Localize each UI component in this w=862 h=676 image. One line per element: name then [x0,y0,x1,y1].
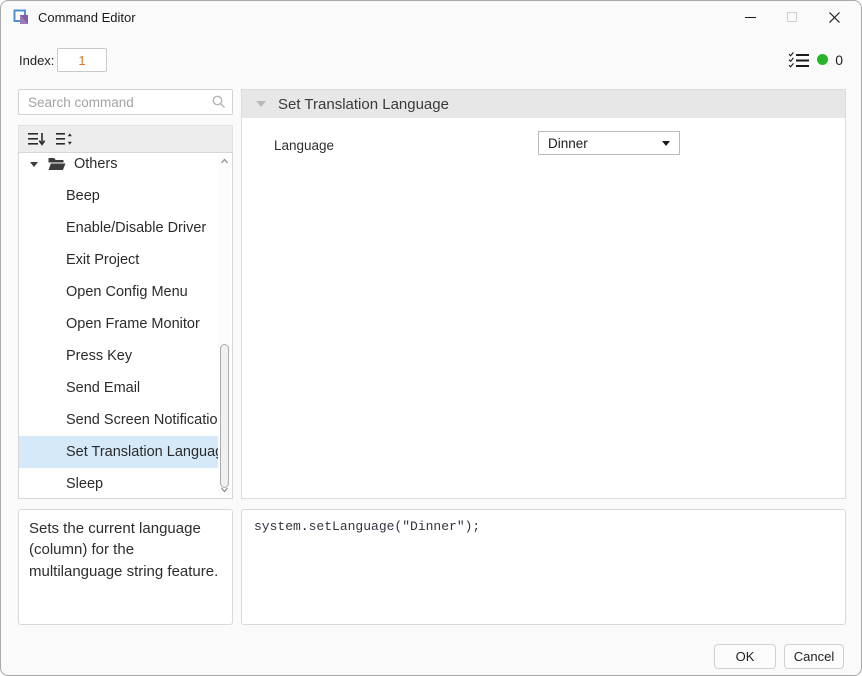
ok-button[interactable]: OK [714,644,776,669]
open-folder-icon [48,157,66,171]
panel-header[interactable]: Set Translation Language [242,90,845,118]
command-tree: Others BeepEnable/Disable DriverExit Pro… [18,152,233,499]
maximize-icon [787,12,797,22]
tree-item[interactable]: Press Key [19,340,221,372]
close-button[interactable] [813,1,855,33]
checklist-icon[interactable] [788,51,810,68]
titlebar: Command Editor [1,1,861,33]
tree-folder-others[interactable]: Others [19,152,221,180]
tree-item[interactable]: Send Email [19,372,221,404]
index-label: Index: [19,53,54,68]
search-input[interactable] [18,89,233,115]
scroll-up-icon[interactable] [220,157,229,166]
cancel-button[interactable]: Cancel [784,644,844,669]
close-icon [828,11,841,24]
tree-item[interactable]: Enable/Disable Driver [19,212,221,244]
tree-item[interactable]: Open Frame Monitor [19,308,221,340]
language-field-label: Language [274,138,334,153]
tree-item[interactable]: Exit Project [19,244,221,276]
status-cluster: 0 [788,51,843,68]
command-description: Sets the current language (column) for t… [18,509,233,625]
minimize-button[interactable] [729,1,771,33]
tree-item[interactable]: Send Screen Notification [19,404,221,436]
tree-scrollbar[interactable] [218,154,231,497]
app-logo-icon [13,9,29,25]
window-title: Command Editor [38,10,136,25]
sort-descending-icon[interactable] [28,132,45,146]
language-dropdown[interactable]: Dinner [538,131,680,155]
tree-item[interactable]: Sleep [19,468,221,499]
tree-item[interactable]: Beep [19,180,221,212]
collapse-caret-icon[interactable] [256,101,266,107]
panel-title: Set Translation Language [278,96,449,113]
status-dot-icon [817,54,828,65]
sort-up-down-icon[interactable] [56,132,73,146]
search-box [18,89,233,115]
generated-code-preview: system.setLanguage("Dinner"); [241,509,846,625]
scroll-down-icon[interactable] [220,485,229,494]
tree-item[interactable]: Set Translation Language [19,436,221,468]
tree-items: BeepEnable/Disable DriverExit ProjectOpe… [19,180,221,499]
index-input[interactable] [57,48,107,72]
tree-item[interactable]: Open Config Menu [19,276,221,308]
expand-caret-icon[interactable] [30,162,38,167]
status-count: 0 [835,52,843,68]
scrollbar-thumb[interactable] [220,344,229,488]
command-toolbar [18,125,233,152]
tree-folder-label: Others [74,156,118,172]
command-editor-window: Command Editor Index: 0 [0,0,862,676]
magnifier-icon [212,95,226,109]
command-settings-panel: Set Translation Language Language Dinner [241,89,846,499]
minimize-icon [745,17,756,18]
dropdown-caret-icon [662,141,670,146]
language-dropdown-value: Dinner [548,136,662,151]
maximize-button[interactable] [771,1,813,33]
